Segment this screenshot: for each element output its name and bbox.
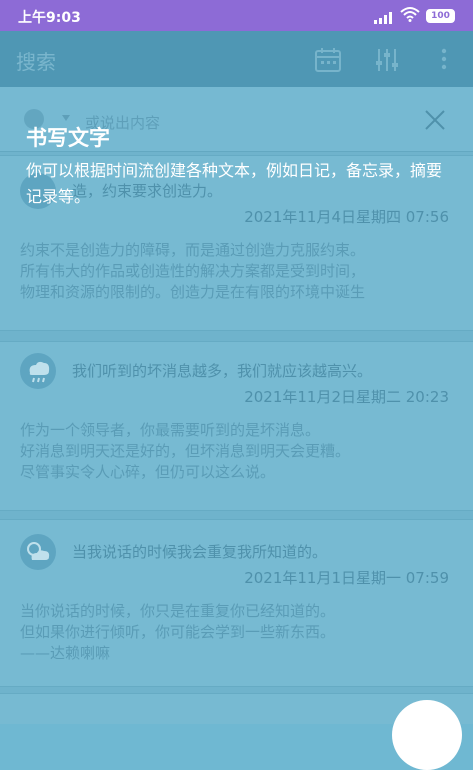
entry-body-line: ——达赖喇嘛	[20, 644, 111, 662]
entry-body-line: 约束不是创造力的障碍，而是通过创造力克服约束。	[20, 241, 366, 259]
entry-body-line: 尽管事实令人心碎，但仍可以这么说。	[20, 463, 276, 481]
status-time: 上午9:03	[18, 10, 81, 26]
entry-body: 作为一个领导者，你最需要听到的是坏消息。 好消息到明天还是好的，但坏消息到明天会…	[20, 420, 460, 483]
more-icon[interactable]	[440, 47, 448, 75]
entry-body-line: 所有伟大的作品或创造性的解决方案都是受到时间，	[20, 262, 366, 280]
hint-description: 你可以根据时间流创建各种文本，例如日记，备忘录，摘要记录等。	[26, 161, 443, 206]
search-title[interactable]: 搜索	[16, 46, 56, 75]
entry-body: 约束不是创造力的障碍，而是通过创造力克服约束。 所有伟大的作品或创造性的解决方案…	[20, 240, 460, 303]
hint-title: 书写文字	[26, 126, 110, 150]
entry-date: 2021年11月1日星期一 07:59	[244, 569, 449, 587]
entry-headline: 我们听到的坏消息越多，我们就应该越高兴。	[72, 362, 373, 380]
entry-body-line: 但如果你进行倾听，你可能会学到一些新东西。	[20, 623, 336, 641]
entry-body-line: 当你说话的时候，你只是在重复你已经知道的。	[20, 602, 336, 620]
entry-card[interactable]: 当我说话的时候我会重复我所知道的。 2021年11月1日星期一 07:59 当你…	[0, 519, 473, 687]
entry-body: 当你说话的时候，你只是在重复你已经知道的。 但如果你进行倾听，你可能会学到一些新…	[20, 601, 460, 664]
entry-body-line: 物理和资源的限制的。创造力是在有限的环境中诞生	[20, 283, 366, 301]
battery-indicator: 100	[426, 9, 455, 23]
wifi-icon	[400, 6, 420, 26]
filter-icon[interactable]	[374, 47, 400, 77]
onboarding-hint: 书写文字 你可以根据时间流创建各种文本，例如日记，备忘录，摘要记录等。	[26, 122, 456, 210]
app-toolbar: 搜索	[0, 31, 473, 87]
entry-card[interactable]: 我们听到的坏消息越多，我们就应该越高兴。 2021年11月2日星期二 20:23…	[0, 341, 473, 511]
status-bar: 上午9:03 100	[0, 0, 473, 31]
weather-icon	[20, 353, 56, 389]
calendar-icon[interactable]	[314, 47, 342, 77]
entry-body-line: 好消息到明天还是好的，但坏消息到明天会更糟。	[20, 442, 351, 460]
entry-body-line: 作为一个领导者，你最需要听到的是坏消息。	[20, 421, 321, 439]
signal-icon	[374, 9, 394, 28]
entry-date: 2021年11月2日星期二 20:23	[244, 388, 449, 406]
weather-icon	[20, 534, 56, 570]
entry-headline: 当我说话的时候我会重复我所知道的。	[72, 543, 328, 561]
